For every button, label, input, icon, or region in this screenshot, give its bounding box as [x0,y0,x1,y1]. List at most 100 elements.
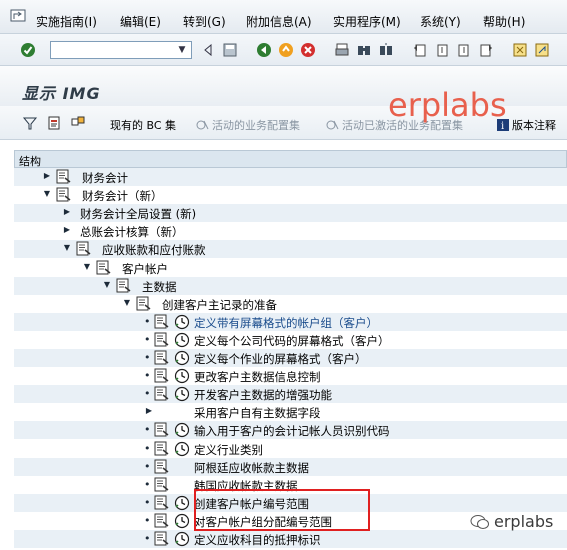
execute-activity-icon[interactable] [174,350,190,366]
execute-activity-icon[interactable] [174,513,190,529]
tree-node[interactable]: • 定义每个作业的屏幕格式（客户） [14,349,567,367]
documentation-icon[interactable] [154,477,170,492]
execute-activity-icon[interactable] [174,441,190,457]
documentation-icon[interactable] [154,513,170,528]
tree-node-label[interactable]: 定义每个公司代码的屏幕格式（客户） [194,333,390,349]
collapsed-arrow-icon[interactable]: ▶ [62,207,72,217]
next-page-icon[interactable] [456,42,472,58]
print-icon[interactable] [334,42,350,58]
documentation-icon[interactable] [154,368,170,383]
tree-node-label[interactable]: 更改客户主数据信息控制 [194,369,321,385]
shortcut-icon[interactable] [534,42,550,58]
tree-node[interactable]: ▼ 主数据 [14,276,567,295]
find-icon[interactable] [356,42,372,58]
tree-node[interactable]: • 定义带有屏幕格式的帐户组（客户） [14,312,567,331]
documentation-icon[interactable] [154,531,170,546]
expanded-arrow-icon[interactable]: ▼ [42,189,52,199]
tree-node[interactable]: • 定义每个公司代码的屏幕格式（客户） [14,330,567,349]
documentation-icon[interactable] [154,441,170,456]
tree-node[interactable]: ▶ 财务会计 [14,168,567,186]
documentation-icon[interactable] [154,332,170,347]
tree-node-label[interactable]: 定义行业类别 [194,442,263,458]
expanded-arrow-icon[interactable]: ▼ [122,298,132,308]
menu-extras[interactable]: 附加信息(A) [246,13,312,30]
tree-node-label[interactable]: 开发客户主数据的增强功能 [194,387,332,403]
menu-utilities[interactable]: 实用程序(M) [333,13,401,30]
menu-goto[interactable]: 转到(G) [183,13,226,30]
tree-node-label[interactable]: 采用客户自有主数据字段 [194,405,321,421]
new-session-icon[interactable] [512,42,528,58]
tree-node-label[interactable]: 客户帐户 [122,261,168,277]
structure-icon[interactable] [70,115,86,131]
tree-node[interactable]: • 更改客户主数据信息控制 [14,367,567,386]
menu-edit[interactable]: 编辑(E) [120,13,161,30]
tree-node[interactable]: ▶ 财务会计全局设置 (新) [14,204,567,223]
execute-activity-icon[interactable] [174,422,190,438]
tree-node[interactable]: • 开发客户主数据的增强功能 [14,385,567,404]
documentation-icon[interactable] [136,296,152,311]
documentation-icon[interactable] [154,495,170,510]
execute-activity-icon[interactable] [174,531,190,547]
documentation-icon[interactable] [154,459,170,474]
tree-node-label[interactable]: 定义应收科目的抵押标识 [194,532,321,548]
tree-node-label[interactable]: 输入用于客户的会计记帐人员识别代码 [194,423,390,439]
execute-activity-icon[interactable] [174,368,190,384]
cancel-icon[interactable] [300,42,316,58]
documentation-icon[interactable] [154,314,170,329]
tree-node-label[interactable]: 主数据 [142,279,177,295]
menu-system[interactable]: 系统(Y) [420,13,461,30]
tree-node-label[interactable]: 财务会计全局设置 (新) [80,206,196,222]
tree-node[interactable]: ▼ 客户帐户 [14,258,567,277]
tree-node-label[interactable]: 创建客户主记录的准备 [162,297,277,313]
expanded-arrow-icon[interactable]: ▼ [62,243,72,253]
tree-node[interactable]: ▶ 采用客户自有主数据字段 [14,403,567,422]
tree-node-label[interactable]: 财务会计（新） [82,188,163,204]
expanded-arrow-icon[interactable]: ▼ [102,280,112,290]
window-menu-icon[interactable] [10,9,26,23]
back-icon[interactable] [256,42,272,58]
existing-bc-sets-button[interactable]: 现有的 BC 集 [110,117,176,133]
tree-node[interactable]: ▼ 财务会计（新） [14,186,567,205]
save-icon[interactable] [222,42,238,58]
last-page-icon[interactable] [478,42,494,58]
tree-node-label[interactable]: 应收账款和应付账款 [102,242,206,258]
previous-page-icon[interactable] [434,42,450,58]
tree-node[interactable]: • 阿根廷应收帐款主数据 [14,457,567,476]
tree-node[interactable]: • 定义应收科目的抵押标识 [14,530,567,548]
documentation-icon[interactable] [56,169,72,184]
execute-activity-icon[interactable] [174,314,190,330]
documentation-icon[interactable] [154,422,170,437]
tree-node[interactable]: • 输入用于客户的会计记帐人员识别代码 [14,421,567,440]
menu-implementation-guide[interactable]: 实施指南(I) [36,13,97,30]
enter-checkmark-icon[interactable] [20,42,36,58]
execute-activity-icon[interactable] [174,332,190,348]
find-next-icon[interactable] [378,42,394,58]
expanded-arrow-icon[interactable]: ▼ [82,262,92,272]
documentation-icon[interactable] [116,278,132,293]
tree-node-label[interactable]: 总账会计核算（新） [80,224,184,240]
tree-node-label[interactable]: 定义每个作业的屏幕格式（客户） [194,351,367,367]
tree-node[interactable]: ▶ 总账会计核算（新） [14,222,567,241]
first-page-icon[interactable] [412,42,428,58]
chevron-down-icon[interactable]: ▼ [175,43,189,57]
collapsed-arrow-icon[interactable]: ▶ [42,171,52,181]
documentation-icon[interactable] [154,350,170,365]
find-filter-icon[interactable] [22,115,38,131]
tree-node-label[interactable]: 阿根廷应收帐款主数据 [194,460,309,476]
tree-node[interactable]: ▼ 应收账款和应付账款 [14,240,567,259]
menu-help[interactable]: 帮助(H) [483,13,525,30]
execute-activity-icon[interactable] [174,495,190,511]
tree-node[interactable]: ▼ 创建客户主记录的准备 [14,294,567,313]
execute-activity-icon[interactable] [174,386,190,402]
documentation-icon[interactable] [56,187,72,202]
documentation-icon[interactable] [46,115,62,131]
tree-node-label[interactable]: 定义带有屏幕格式的帐户组（客户） [194,315,378,331]
exit-icon[interactable] [278,42,294,58]
documentation-icon[interactable] [96,260,112,275]
tree-node[interactable]: • 定义行业类别 [14,439,567,458]
active-bc-sets-button[interactable]: 活动的业务配置集 [196,117,300,133]
collapsed-arrow-icon[interactable]: ▶ [144,406,154,416]
tree-node-label[interactable]: 财务会计 [82,170,128,186]
command-field[interactable]: ▼ [50,41,192,59]
documentation-icon[interactable] [154,386,170,401]
